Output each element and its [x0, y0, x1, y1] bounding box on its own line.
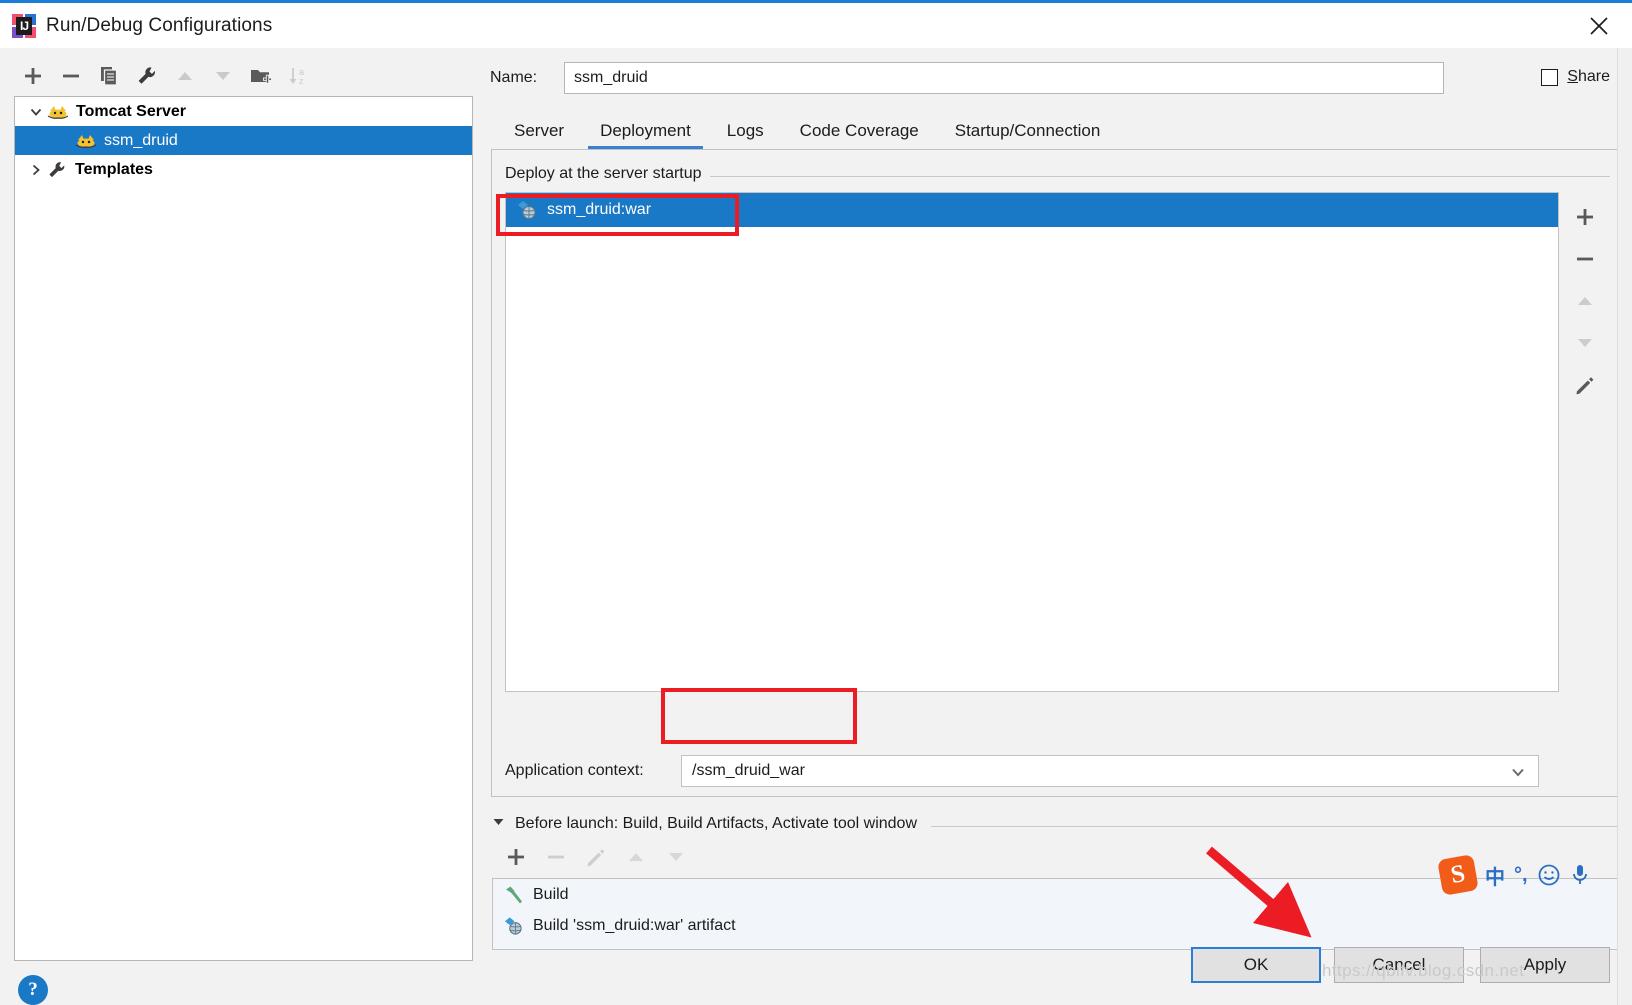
chevron-down-icon[interactable]: [25, 105, 47, 119]
ime-chinese-mode[interactable]: 中: [1485, 861, 1505, 890]
tomcat-icon: [75, 132, 97, 150]
deployment-side-toolbar: [1561, 192, 1609, 692]
name-row: Name:: [490, 60, 1620, 96]
wrench-icon: [47, 160, 67, 180]
configurations-tree-pane: a z Tomcat Server ssm_druid Templates ?: [0, 48, 482, 1005]
tree-toolbar: a z: [14, 56, 474, 96]
close-icon[interactable]: [1584, 11, 1614, 41]
window-title: Run/Debug Configurations: [46, 14, 273, 36]
deployment-list-item[interactable]: ssm_druid:war: [506, 193, 1558, 227]
name-input[interactable]: [564, 62, 1444, 94]
sort-az-icon: a z: [280, 59, 318, 93]
edit-artifact-button[interactable]: [1565, 367, 1605, 403]
tab-server[interactable]: Server: [496, 121, 582, 150]
title-bar: IJ Run/Debug Configurations: [0, 3, 1632, 48]
svg-text:z: z: [299, 76, 304, 86]
hammer-icon: [504, 885, 524, 905]
deploy-at-startup-group: Deploy at the server startup ssm_druid:w…: [505, 165, 1610, 735]
ok-button[interactable]: OK: [1191, 947, 1321, 983]
tree-item-templates[interactable]: Templates: [15, 155, 472, 184]
share-label-rest: hare: [1577, 68, 1610, 85]
group-title: Deploy at the server startup: [505, 165, 710, 183]
move-artifact-down-button: [1565, 325, 1605, 361]
application-context-row: Application context: /ssm_druid_war: [505, 754, 1610, 788]
folder-add-icon[interactable]: [242, 59, 280, 93]
copy-icon[interactable]: [90, 59, 128, 93]
chevron-right-icon[interactable]: [25, 163, 47, 177]
ime-voice-button[interactable]: [1570, 863, 1590, 887]
before-launch-title: Before launch: Build, Build Artifacts, A…: [515, 815, 917, 832]
deployment-tab-panel: Deploy at the server startup ssm_druid:w…: [491, 149, 1621, 797]
sogou-logo-icon[interactable]: S: [1437, 854, 1479, 896]
sogou-ime-toolbar[interactable]: S 中 °,: [1434, 854, 1596, 896]
tree-item-label: ssm_druid: [104, 131, 178, 149]
deployment-item-label: ssm_druid:war: [547, 201, 652, 218]
tab-code-coverage[interactable]: Code Coverage: [782, 121, 937, 150]
tree-item-label: Tomcat Server: [76, 102, 186, 120]
task-move-down-button: [657, 840, 695, 874]
dialog-scrollbar[interactable]: [1617, 48, 1632, 1005]
remove-configuration-button[interactable]: [52, 59, 90, 93]
application-context-value: /ssm_druid_war: [692, 762, 805, 779]
application-context-combo[interactable]: /ssm_druid_war: [681, 755, 1539, 787]
before-launch-divider: [931, 826, 1621, 827]
remove-artifact-button[interactable]: [1565, 241, 1605, 277]
artifact-icon: [517, 200, 538, 220]
task-label: Build: [533, 885, 569, 903]
chevron-down-icon[interactable]: [1510, 765, 1526, 784]
tomcat-icon: [47, 103, 69, 121]
move-artifact-up-button: [1565, 283, 1605, 319]
arrow-up-icon: [166, 59, 204, 93]
tab-startup-connection[interactable]: Startup/Connection: [937, 121, 1119, 150]
edit-task-button: [577, 840, 615, 874]
ime-emoji-button[interactable]: [1537, 863, 1561, 887]
add-configuration-button[interactable]: [14, 59, 52, 93]
tab-bar: Server Deployment Logs Code Coverage Sta…: [496, 108, 1118, 150]
run-debug-configurations-dialog: IJ Run/Debug Configurations a z Tomcat S…: [0, 0, 1632, 1005]
apply-button[interactable]: Apply: [1480, 947, 1610, 983]
wrench-icon[interactable]: [128, 59, 166, 93]
tree-item-ssm-druid[interactable]: ssm_druid: [15, 126, 472, 155]
task-move-up-button: [617, 840, 655, 874]
before-launch-toolbar: [497, 840, 695, 874]
add-task-button[interactable]: [497, 840, 535, 874]
configurations-tree[interactable]: Tomcat Server ssm_druid Templates: [14, 96, 473, 961]
share-mnemonic: S: [1567, 68, 1578, 85]
tree-item-tomcat-server[interactable]: Tomcat Server: [15, 97, 472, 126]
ime-punctuation-mode[interactable]: °,: [1514, 864, 1528, 887]
add-artifact-button[interactable]: [1565, 199, 1605, 235]
tree-item-label: Templates: [75, 160, 153, 178]
share-label: Share: [1567, 68, 1610, 86]
arrow-down-icon: [204, 59, 242, 93]
tab-deployment[interactable]: Deployment: [582, 121, 709, 150]
application-context-label: Application context:: [505, 762, 644, 779]
tab-logs[interactable]: Logs: [709, 121, 782, 150]
triangle-down-icon[interactable]: [491, 814, 506, 834]
checkbox-box[interactable]: [1541, 68, 1559, 86]
share-checkbox[interactable]: Share: [1541, 68, 1610, 86]
intellij-idea-icon: IJ: [12, 13, 36, 38]
name-label: Name:: [490, 69, 538, 86]
deployment-artifacts-list[interactable]: ssm_druid:war: [505, 192, 1559, 692]
dialog-footer: OK Cancel Apply: [0, 927, 1632, 1005]
remove-task-button: [537, 840, 575, 874]
cancel-button[interactable]: Cancel: [1334, 947, 1464, 983]
before-launch-header[interactable]: Before launch: Build, Build Artifacts, A…: [491, 814, 917, 834]
